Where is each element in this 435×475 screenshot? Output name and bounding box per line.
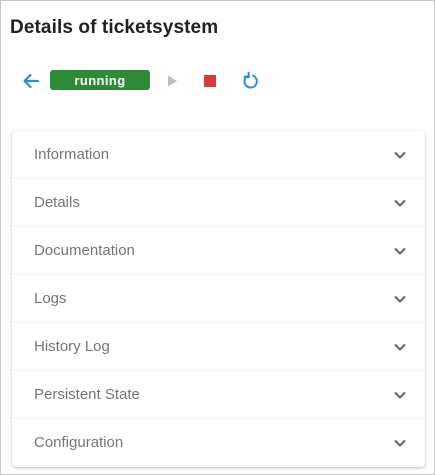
chevron-down-icon xyxy=(394,440,406,447)
accordion-item-details[interactable]: Details xyxy=(12,179,425,227)
accordion-item-configuration[interactable]: Configuration xyxy=(12,419,425,467)
accordion-item-label: Information xyxy=(34,146,110,163)
stop-button[interactable] xyxy=(198,67,222,95)
chevron-down-icon xyxy=(394,200,406,207)
details-accordion: Information Details Documentation Logs H xyxy=(12,131,425,467)
accordion-item-logs[interactable]: Logs xyxy=(12,275,425,323)
accordion-item-label: Configuration xyxy=(34,434,124,451)
page-title: Details of ticketsystem xyxy=(10,17,219,38)
chevron-down-icon xyxy=(394,296,406,303)
chevron-down-icon xyxy=(394,344,406,351)
accordion-item-persistent-state[interactable]: Persistent State xyxy=(12,371,425,419)
accordion-item-label: Details xyxy=(34,194,80,211)
accordion-item-information[interactable]: Information xyxy=(12,131,425,179)
chevron-down-icon xyxy=(394,392,406,399)
accordion-item-label: Logs xyxy=(34,290,67,307)
accordion-item-history-log[interactable]: History Log xyxy=(12,323,425,371)
restart-icon xyxy=(243,71,258,89)
instance-toolbar: running xyxy=(19,67,279,95)
start-button[interactable] xyxy=(160,67,184,95)
status-badge: running xyxy=(50,70,150,90)
window-frame: Details of ticketsystem running Informat… xyxy=(0,0,435,475)
play-icon xyxy=(168,75,177,87)
accordion-item-label: Documentation xyxy=(34,242,135,259)
arrow-left-icon xyxy=(23,73,40,89)
accordion-item-label: History Log xyxy=(34,338,110,355)
restart-button[interactable] xyxy=(238,67,262,95)
accordion-item-documentation[interactable]: Documentation xyxy=(12,227,425,275)
back-button[interactable] xyxy=(19,67,43,95)
stop-icon xyxy=(204,75,216,87)
accordion-item-label: Persistent State xyxy=(34,386,140,403)
chevron-down-icon xyxy=(394,248,406,255)
chevron-down-icon xyxy=(394,152,406,159)
